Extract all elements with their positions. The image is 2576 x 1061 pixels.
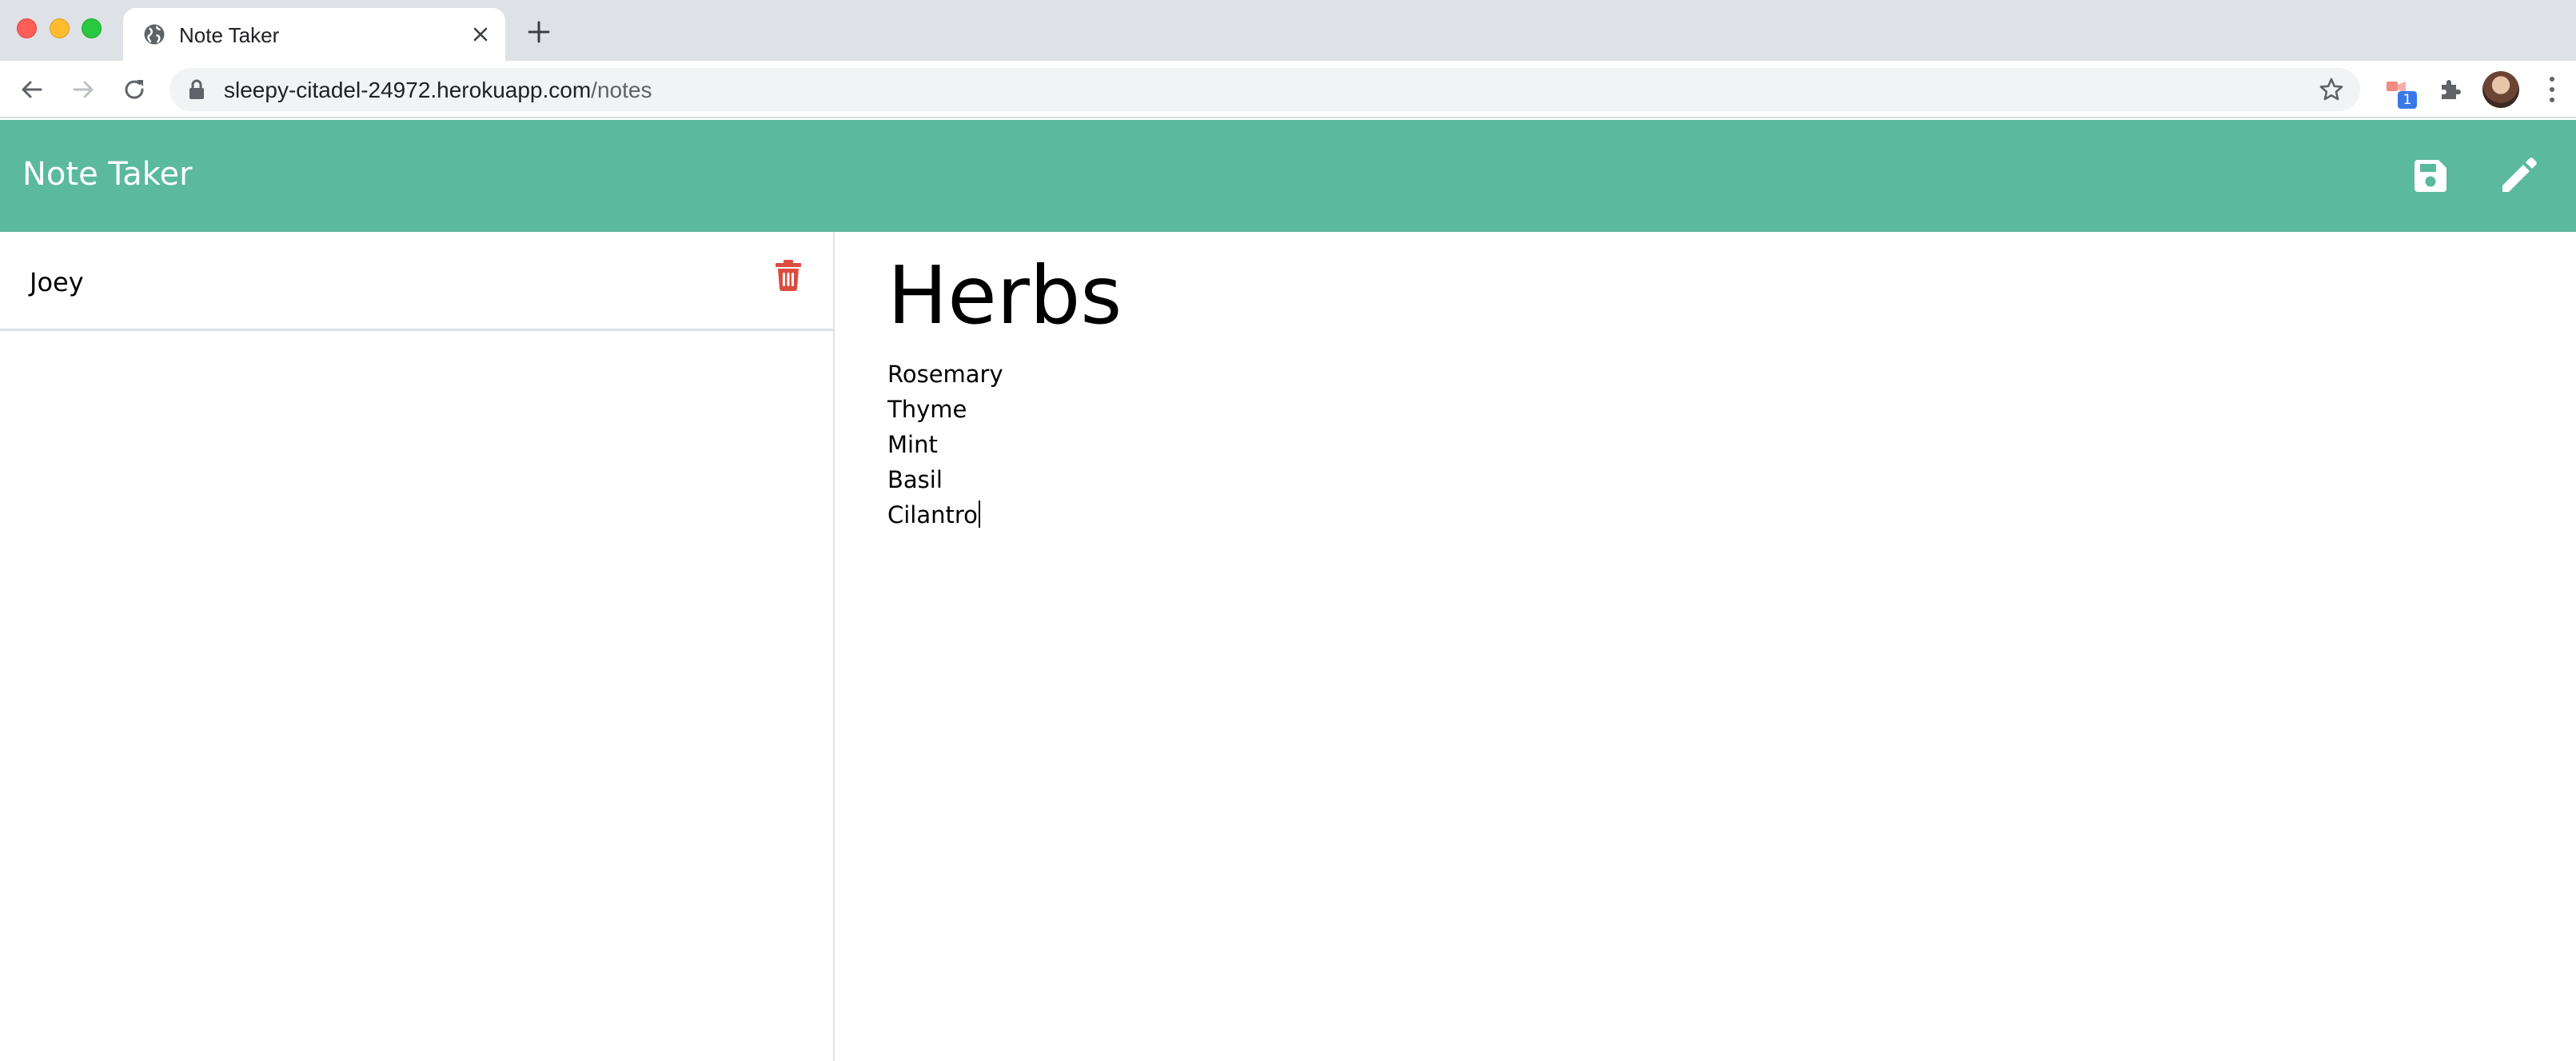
arrow-right-icon <box>73 81 94 98</box>
note-line: Rosemary <box>887 361 1003 388</box>
menu-dot-icon <box>2550 98 2554 103</box>
note-text-area[interactable]: Rosemary Thyme Mint Basil Cilantro <box>887 357 2486 532</box>
close-tab-button[interactable] <box>467 21 494 48</box>
note-list: Joey <box>0 232 835 1061</box>
note-line: Mint <box>887 431 938 458</box>
url-text: sleepy-citadel-24972.herokuapp.com/notes <box>224 78 652 103</box>
url-host: sleepy-citadel-24972.herokuapp.com <box>224 78 592 102</box>
trash-icon[interactable] <box>774 259 803 291</box>
maximize-window-button[interactable] <box>82 18 102 38</box>
save-note-button[interactable] <box>2408 154 2453 198</box>
tab-title: Note Taker <box>179 23 280 47</box>
profile-avatar[interactable] <box>2482 71 2519 108</box>
note-line: Basil <box>887 466 943 493</box>
address-bar[interactable]: sleepy-citadel-24972.herokuapp.com/notes <box>169 68 2360 111</box>
note-editor: Herbs Rosemary Thyme Mint Basil Cilantro <box>836 232 2576 1061</box>
save-icon <box>2415 160 2446 192</box>
app-navbar: Note Taker <box>0 120 2576 232</box>
note-line: Thyme <box>887 396 967 423</box>
browser-toolbar: sleepy-citadel-24972.herokuapp.com/notes… <box>0 61 2576 118</box>
browser-tab-strip: Note Taker <box>0 0 2576 61</box>
text-cursor <box>978 501 980 528</box>
bookmark-star-icon[interactable] <box>2319 77 2344 102</box>
new-tab-button[interactable] <box>524 18 553 46</box>
list-item[interactable]: Joey <box>0 232 833 331</box>
note-line: Cilantro <box>887 501 978 529</box>
reload-icon <box>125 80 144 99</box>
minimize-window-button[interactable] <box>50 18 70 38</box>
extension-button[interactable]: 1 <box>2383 74 2417 109</box>
arrow-left-icon <box>22 81 42 98</box>
browser-menu-button[interactable] <box>2542 74 2562 106</box>
pencil-icon <box>2502 158 2537 192</box>
close-window-button[interactable] <box>17 18 37 38</box>
note-title-input[interactable]: Herbs <box>887 248 1122 344</box>
puzzle-icon <box>2442 80 2461 99</box>
reload-button[interactable] <box>118 74 150 106</box>
menu-dot-icon <box>2550 86 2554 92</box>
browser-tab-active[interactable]: Note Taker <box>123 8 505 61</box>
url-path: /notes <box>591 78 652 102</box>
extension-badge: 1 <box>2398 91 2417 109</box>
close-icon <box>473 27 488 42</box>
plus-icon <box>528 21 550 43</box>
forward-button[interactable] <box>67 74 99 106</box>
note-list-title: Joey <box>30 267 84 297</box>
globe-icon <box>144 24 165 45</box>
extensions-button[interactable] <box>2434 74 2466 106</box>
new-note-button[interactable] <box>2496 154 2541 198</box>
lock-icon <box>189 79 204 99</box>
app-brand[interactable]: Note Taker <box>22 156 193 193</box>
back-button[interactable] <box>16 74 48 106</box>
menu-dot-icon <box>2550 76 2554 82</box>
